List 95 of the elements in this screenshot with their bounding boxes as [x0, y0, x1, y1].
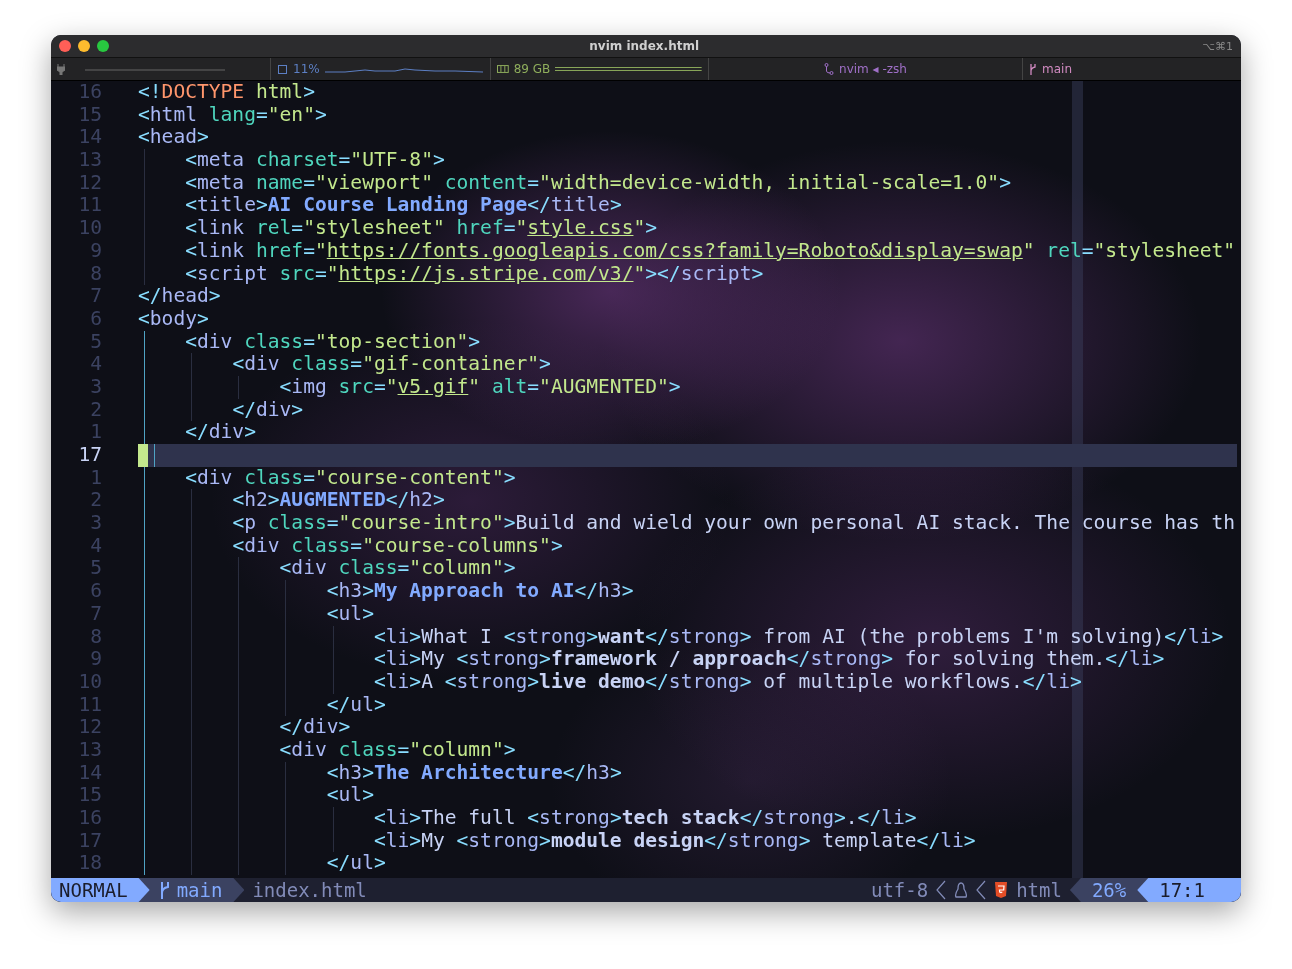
- line-number: 18: [77, 852, 102, 876]
- line-number: 13: [77, 738, 102, 762]
- chevron-icon: [976, 880, 987, 900]
- code-line: <li>A <strong>live demo</strong> of multiple workflows.</li>: [373, 670, 1082, 694]
- line-number: 8: [89, 625, 102, 649]
- file-name: index.html: [252, 879, 367, 901]
- line-number: 11: [77, 693, 102, 717]
- close-button[interactable]: [59, 40, 71, 52]
- code-line: <li>The full <strong>tech stack</strong>.</li>: [373, 807, 917, 830]
- code-line: <div class="column">: [279, 557, 516, 581]
- code-line: <body>: [138, 307, 209, 331]
- line-number: 16: [77, 81, 102, 104]
- code-line: <script src="https://js.stripe.com/v3/"></script>: [185, 262, 764, 286]
- line-number: 1: [89, 421, 102, 444]
- cpu-icon: [277, 63, 288, 75]
- line-number: 12: [77, 171, 102, 195]
- line-number: 12: [77, 716, 102, 739]
- line-number: 2: [89, 489, 102, 513]
- code-line: <title>AI Course Landing Page</title>: [185, 194, 622, 218]
- code-line: </div>: [279, 716, 351, 739]
- line-number: 8: [89, 262, 102, 286]
- memory-usage: 89 GB: [513, 62, 551, 76]
- line-number: 5: [89, 330, 102, 354]
- line-number: 6: [89, 307, 102, 331]
- code-line: <meta name="viewport" content="width=device-width, initial-scale=1.0">: [185, 171, 1011, 195]
- line-number: 13: [77, 149, 102, 172]
- file-encoding: utf-8: [870, 879, 929, 901]
- code-line: <img src="v5.gif" alt="AUGMENTED">: [279, 375, 681, 399]
- line-number: 7: [89, 285, 102, 308]
- line-number: 10: [77, 670, 102, 694]
- line-number: 11: [77, 194, 102, 218]
- line-number: 14: [77, 761, 102, 785]
- window-title: nvim index.html: [589, 39, 700, 53]
- line-number: 5: [89, 557, 102, 581]
- line-number: 4: [89, 353, 102, 376]
- code-line: </div>: [185, 421, 256, 444]
- line-number: 15: [77, 784, 102, 807]
- plug-icon: [57, 63, 65, 75]
- code-line: <html lang="en">: [138, 103, 327, 127]
- code-line: <link rel="stylesheet" href="style.css">: [185, 217, 658, 240]
- code-line: <!DOCTYPE html>: [138, 81, 315, 104]
- code-line: <p class="course-intro">Build and wield your own personal AI stack. The course has th: [232, 512, 1236, 535]
- memory-icon: [497, 64, 509, 74]
- code-line: <ul>: [326, 784, 374, 807]
- code-line: </ul>: [326, 693, 386, 717]
- line-number: 14: [77, 126, 102, 150]
- cpu-usage: 11%: [293, 62, 320, 76]
- code-line: <h2>AUGMENTED</h2>: [232, 489, 445, 513]
- code-line: <div class="course-content">: [185, 466, 516, 490]
- line-number: 16: [77, 807, 102, 830]
- code-line: <ul>: [326, 602, 374, 626]
- git-icon: [824, 63, 835, 75]
- shortcut-label: ⌥⌘1: [1202, 39, 1233, 53]
- file-type: html: [1016, 879, 1062, 901]
- code-line: <li>My <strong>framework / approach</strong> for solving them.</li>: [373, 648, 1165, 671]
- code-line: <link href="https://fonts.googleapis.com/css?family=Roboto&display=swap" rel="stylesheet": [185, 239, 1236, 263]
- code-line: </ul>: [326, 852, 386, 876]
- line-number: 3: [89, 375, 102, 399]
- line-number: 4: [89, 534, 102, 558]
- html5-icon: [994, 882, 1009, 898]
- line-number: 7: [89, 602, 102, 626]
- maximize-button[interactable]: [97, 40, 109, 52]
- branch-icon: [1029, 63, 1037, 75]
- line-number: 17: [77, 444, 102, 467]
- code-line: </head>: [138, 285, 221, 308]
- line-number: 17: [77, 829, 102, 853]
- code-line: <li>My <strong>module design</strong> template</li>: [373, 829, 976, 853]
- code-line: </div>: [232, 398, 304, 422]
- session-label: nvim ◂ -zsh: [839, 62, 907, 76]
- code-line: <li>What I <strong>want</strong> from AI (the problems I'm solving)</li>: [373, 625, 1224, 649]
- code-line: <meta charset="UTF-8">: [185, 149, 445, 172]
- code-line: <div class="top-section">: [185, 330, 481, 354]
- branch-icon: [158, 881, 171, 899]
- code-line: <h3>My Approach to AI</h3>: [326, 580, 634, 603]
- code-line: <h3>The Architecture</h3>: [326, 761, 622, 785]
- branch-name: main: [176, 879, 223, 901]
- line-number: 10: [77, 217, 102, 240]
- chevron-icon: [936, 880, 947, 900]
- code-line: <div class="column">: [279, 738, 516, 762]
- line-number: 1: [89, 466, 102, 490]
- cursor-position: 17:1: [1137, 878, 1241, 902]
- minimize-button[interactable]: [78, 40, 90, 52]
- code-line: <head>: [138, 126, 209, 150]
- line-number: 15: [77, 103, 102, 127]
- line-number: 2: [89, 398, 102, 422]
- mode-indicator: NORMAL: [51, 878, 150, 902]
- line-number: 9: [89, 648, 102, 671]
- branch-label: main: [1042, 62, 1072, 76]
- line-number: 6: [89, 580, 102, 603]
- line-number: 9: [89, 239, 102, 263]
- cursor: [138, 444, 148, 467]
- code-line: <div class="course-columns">: [232, 534, 563, 558]
- penguin-icon: [954, 881, 969, 899]
- code-line: <div class="gif-container">: [232, 353, 551, 376]
- line-number: 3: [89, 512, 102, 535]
